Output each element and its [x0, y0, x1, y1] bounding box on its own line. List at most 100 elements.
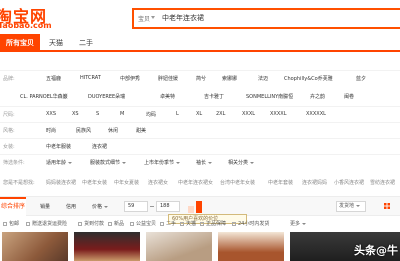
category-option[interactable]: 中老年服装: [46, 143, 71, 150]
sort-price[interactable]: 价格: [92, 203, 109, 210]
sort-credit[interactable]: 信用: [66, 203, 76, 210]
style-option[interactable]: 休闲: [108, 127, 118, 134]
logo-subtext: Taobao.com: [0, 21, 52, 30]
ship-from-dropdown[interactable]: 发货地: [336, 201, 366, 212]
sort-default-tab[interactable]: 综合排序: [0, 197, 26, 216]
related-link[interactable]: 中老年连衣裙女: [178, 179, 213, 186]
checkbox-charity[interactable]: 公益宝贝: [130, 220, 156, 227]
size-option[interactable]: M: [120, 111, 124, 117]
pick-age-dropdown[interactable]: 适用年龄: [46, 159, 73, 166]
checkbox-24h-ship[interactable]: 24小时内发货: [232, 220, 269, 227]
taobao-logo[interactable]: 淘宝网 Taobao.com: [0, 0, 54, 34]
brand-item[interactable]: DUOYEREE朵瑞: [88, 93, 125, 100]
style-filter-row: 风格: 时尚 民族风 休闲 甜美: [0, 122, 400, 136]
chevron-down-icon: [208, 161, 213, 164]
price-histogram-bar[interactable]: [196, 201, 202, 213]
related-link[interactable]: 中老年套装: [268, 179, 293, 186]
product-card[interactable]: [2, 232, 68, 261]
checkbox-secondhand[interactable]: 二手: [160, 220, 176, 227]
pick-season-dropdown[interactable]: 上市年份季节: [144, 159, 181, 166]
size-option[interactable]: XXXL: [242, 111, 255, 117]
pick-category-dropdown[interactable]: 相关分类: [228, 159, 255, 166]
size-option[interactable]: XS: [72, 111, 79, 117]
product-card[interactable]: [218, 232, 284, 261]
brand-item[interactable]: CL. PARNOEL华森巖: [20, 93, 68, 100]
size-option[interactable]: 2XL: [216, 111, 225, 117]
chevron-down-icon: [356, 204, 361, 207]
checkbox-return-insurance[interactable]: 赠送退货运费险: [26, 220, 67, 227]
brand-item[interactable]: 卉之韵: [310, 93, 325, 100]
price-histogram[interactable]: [186, 201, 208, 213]
related-link[interactable]: 台湾中老年女装: [220, 179, 255, 186]
size-option[interactable]: S: [96, 111, 99, 117]
product-card[interactable]: [146, 232, 212, 261]
tab-tmall[interactable]: 天猫: [44, 34, 68, 52]
price-min-input[interactable]: 59: [124, 201, 148, 212]
category-option[interactable]: 连衣裙: [92, 143, 107, 150]
tab-all-items[interactable]: 所有宝贝: [0, 34, 40, 52]
checkbox-label: 二手: [166, 221, 177, 227]
related-link[interactable]: 小香风连衣裙: [334, 179, 364, 186]
search-input[interactable]: 宝贝 中老年连衣裙: [132, 8, 400, 29]
pick-detail-dropdown[interactable]: 服装款式细节: [90, 159, 127, 166]
brand-item[interactable]: 胖妞佳媛: [158, 75, 178, 82]
brand-item[interactable]: SONMELLINY南朦恒: [246, 93, 293, 100]
related-link[interactable]: 妈妈装连衣裙: [46, 179, 76, 186]
brand-item[interactable]: 卓美特: [160, 93, 175, 100]
checkbox-square: [26, 221, 30, 226]
price-histogram-bar[interactable]: [188, 206, 194, 213]
brand-item[interactable]: 闽卷: [344, 93, 354, 100]
brand-label: 品牌:: [3, 76, 15, 82]
related-searches: 您是不是想找: 妈妈装连衣裙 中老年女装 中年女夏装 连衣裙女 中老年连衣裙女 …: [0, 177, 400, 187]
checkbox-square: [78, 221, 82, 226]
checkbox-square: [200, 221, 204, 226]
style-label: 风格:: [3, 128, 15, 134]
style-option[interactable]: 民族风: [76, 127, 91, 134]
checkbox-cod[interactable]: 货到付款: [78, 220, 104, 227]
checkbox-label: 24小时内发货: [238, 221, 270, 227]
advanced-filter-row: 筛选条件: 适用年龄 服装款式细节 上市年份季节 袖长 相关分类: [0, 154, 400, 168]
size-option[interactable]: 均码: [146, 111, 156, 118]
chevron-down-icon: [176, 161, 181, 164]
brand-item[interactable]: 索娜娜: [222, 75, 237, 82]
related-link[interactable]: 连衣裙女: [148, 179, 168, 186]
taobao-search-page: 淘宝网 Taobao.com 宝贝 中老年连衣裙 所有宝贝 天猫 二手 品牌: …: [0, 0, 400, 261]
related-link[interactable]: 中老年女装: [82, 179, 107, 186]
brand-item[interactable]: 中部伊秀: [120, 75, 140, 82]
brand-item[interactable]: HITCRAT: [80, 75, 101, 81]
price-max-input[interactable]: 188: [156, 201, 180, 212]
style-option[interactable]: 时尚: [46, 127, 56, 134]
product-card[interactable]: [74, 232, 140, 261]
search-scope-select[interactable]: 宝贝: [138, 14, 150, 23]
checkbox-free-shipping[interactable]: 包邮: [3, 220, 19, 227]
related-link[interactable]: 中年女夏装: [114, 179, 139, 186]
more-checkbox-options[interactable]: 更多: [290, 220, 307, 227]
tab-secondhand[interactable]: 二手: [74, 34, 98, 52]
style-option[interactable]: 甜美: [136, 127, 146, 134]
related-link[interactable]: 连衣裙妈妈: [302, 179, 327, 186]
chevron-down-icon: [104, 205, 109, 208]
search-query-text: 中老年连衣裙: [162, 14, 204, 22]
checkbox-genuine[interactable]: 正品保障: [200, 220, 226, 227]
size-option[interactable]: XXXXL: [270, 111, 287, 117]
pick-sleeve-dropdown[interactable]: 袖长: [196, 159, 213, 166]
brand-item[interactable]: 简兮: [196, 75, 206, 82]
checkbox-tmall[interactable]: 天猫: [180, 220, 196, 227]
pick-sleeve-label: 袖长: [196, 160, 207, 166]
grid-view-icon[interactable]: [384, 203, 390, 209]
price-range-dash: [150, 206, 154, 207]
checkbox-new[interactable]: 新品: [108, 220, 124, 227]
sort-price-label: 价格: [92, 204, 103, 210]
size-option[interactable]: XL: [196, 111, 202, 117]
brand-item[interactable]: 五福鹿: [46, 75, 61, 82]
brand-item[interactable]: 吉卡雅丁: [204, 93, 224, 100]
brand-item[interactable]: 法迈: [258, 75, 268, 82]
brand-item[interactable]: Chophilly&Co乔芙雅: [284, 75, 333, 82]
related-link[interactable]: 雪纺连衣裙: [370, 179, 395, 186]
size-option[interactable]: XXS: [46, 111, 56, 117]
brand-item[interactable]: 蓝夕: [356, 75, 366, 82]
size-option[interactable]: XXXXXL: [306, 111, 326, 117]
pick-season-label: 上市年份季节: [144, 160, 175, 166]
size-option[interactable]: L: [176, 111, 179, 117]
sort-sales[interactable]: 销量: [40, 203, 50, 210]
